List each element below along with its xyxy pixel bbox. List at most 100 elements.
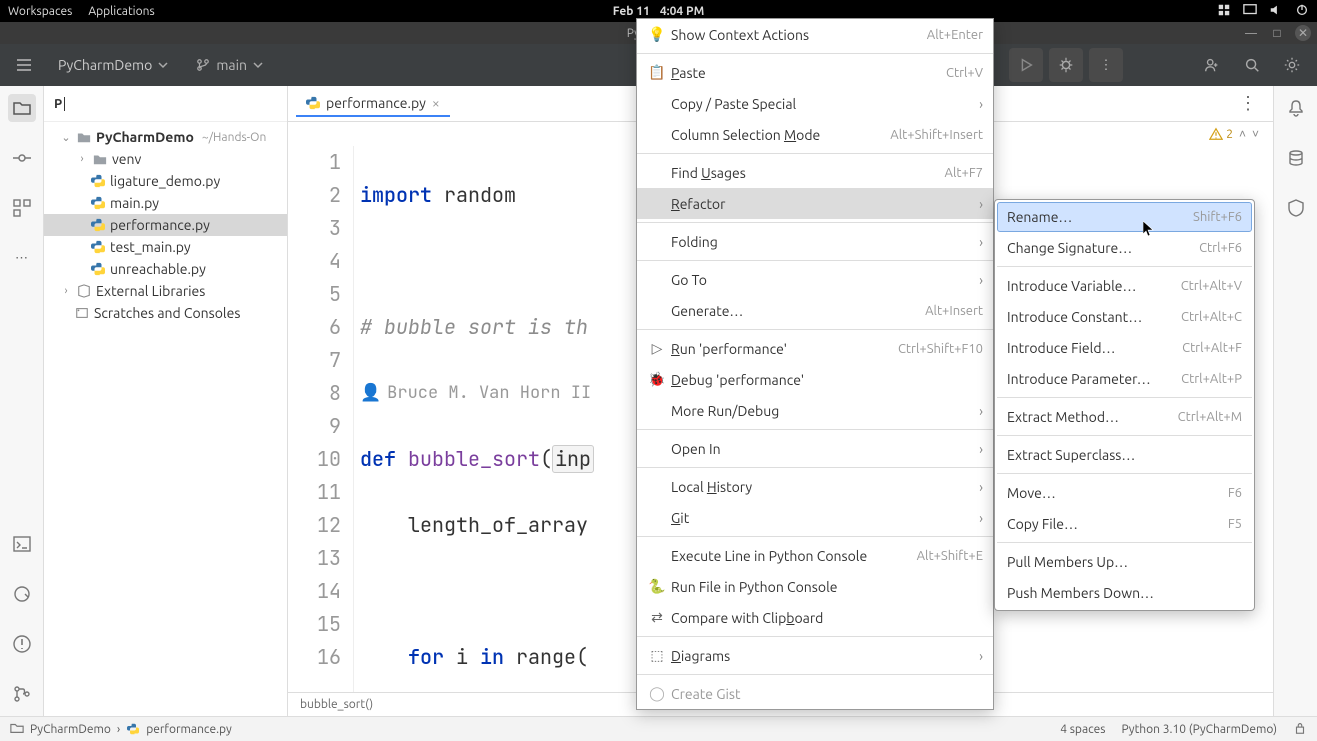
- tree-file-performance[interactable]: performance.py: [44, 214, 287, 236]
- python-console-icon[interactable]: [8, 580, 36, 608]
- shield-icon[interactable]: [1282, 194, 1310, 222]
- debug-button[interactable]: [1049, 48, 1083, 82]
- tree-file-ligature[interactable]: ligature_demo.py: [44, 170, 287, 192]
- project-header-label: P: [54, 97, 62, 111]
- gnome-date[interactable]: Feb 11: [613, 5, 650, 18]
- minimize-button[interactable]: —: [1243, 25, 1259, 41]
- status-indent[interactable]: 4 spaces: [1060, 723, 1105, 736]
- tree-file-main[interactable]: main.py: [44, 192, 287, 214]
- sub-extract-superclass[interactable]: Extract Superclass…: [997, 439, 1252, 470]
- ctx-goto[interactable]: Go To›: [637, 264, 993, 295]
- close-tab-icon[interactable]: ×: [432, 95, 440, 111]
- clipboard-icon: 📋: [647, 64, 667, 81]
- warnings-count: 2: [1226, 128, 1233, 141]
- tree-file-unreachable[interactable]: unreachable.py: [44, 258, 287, 280]
- tree-file-label: performance.py: [110, 217, 210, 233]
- ctx-compare-clipboard[interactable]: ⇄ Compare with Clipboard: [637, 602, 993, 633]
- project-selector[interactable]: PyCharmDemo: [48, 53, 178, 77]
- network-icon[interactable]: [1243, 3, 1257, 20]
- ctx-run[interactable]: ▷ Run 'performance'Ctrl+Shift+F10: [637, 333, 993, 364]
- sub-introduce-parameter[interactable]: Introduce Parameter…Ctrl+Alt+P: [997, 363, 1252, 394]
- status-folder-icon[interactable]: [10, 721, 24, 738]
- tree-file-testmain[interactable]: test_main.py: [44, 236, 287, 258]
- database-icon[interactable]: [1282, 144, 1310, 172]
- ctx-generate[interactable]: Generate…Alt+Insert: [637, 295, 993, 326]
- power-icon[interactable]: [1295, 3, 1309, 20]
- tree-file-label: test_main.py: [110, 239, 191, 255]
- tree-venv[interactable]: › venv: [44, 148, 287, 170]
- sub-change-signature[interactable]: Change Signature…Ctrl+F6: [997, 232, 1252, 263]
- project-panel: P ⌄ PyCharmDemo ~/Hands-On › venv ligatu…: [44, 86, 288, 716]
- lock-icon[interactable]: [1293, 721, 1307, 738]
- ctx-column-selection[interactable]: Column Selection ModeAlt+Shift+Insert: [637, 119, 993, 150]
- notifications-icon[interactable]: [1282, 94, 1310, 122]
- play-icon: ▷: [647, 340, 667, 357]
- status-crumb-project[interactable]: PyCharmDemo: [30, 723, 111, 736]
- author-icon: 👤: [360, 382, 381, 404]
- author-name: Bruce M. Van Horn II: [387, 382, 591, 404]
- sub-push-members-down[interactable]: Push Members Down…: [997, 577, 1252, 608]
- ctx-copy-paste-special[interactable]: Copy / Paste Special›: [637, 88, 993, 119]
- prev-highlight-icon[interactable]: ˄: [1239, 127, 1246, 141]
- editor-tab-label: performance.py: [326, 95, 426, 111]
- project-tree[interactable]: ⌄ PyCharmDemo ~/Hands-On › venv ligature…: [44, 122, 287, 328]
- tray-icon[interactable]: [1217, 3, 1231, 20]
- more-tool-icon[interactable]: ⋯: [8, 244, 36, 272]
- sub-rename[interactable]: Rename…Shift+F6: [997, 202, 1252, 232]
- problems-tool-icon[interactable]: [8, 630, 36, 658]
- sub-extract-method[interactable]: Extract Method…Ctrl+Alt+M: [997, 401, 1252, 432]
- editor-tab-performance[interactable]: performance.py ×: [296, 91, 450, 117]
- gnome-workspaces[interactable]: Workspaces: [8, 5, 72, 18]
- structure-tool-icon[interactable]: [8, 194, 36, 222]
- ctx-folding[interactable]: Folding›: [637, 226, 993, 257]
- next-highlight-icon[interactable]: ˅: [1252, 127, 1259, 141]
- close-button[interactable]: ✕: [1295, 25, 1311, 41]
- tree-scratches-label: Scratches and Consoles: [94, 305, 240, 321]
- status-interpreter[interactable]: Python 3.10 (PyCharmDemo): [1122, 723, 1278, 736]
- sub-pull-members-up[interactable]: Pull Members Up…: [997, 546, 1252, 577]
- ctx-paste[interactable]: 📋 PasteCtrl+V: [637, 57, 993, 88]
- ctx-local-history[interactable]: Local History›: [637, 471, 993, 502]
- sub-introduce-constant[interactable]: Introduce Constant…Ctrl+Alt+C: [997, 301, 1252, 332]
- tree-external[interactable]: › External Libraries: [44, 280, 287, 302]
- warnings-badge[interactable]: 2: [1209, 127, 1233, 141]
- ctx-diagrams[interactable]: ⬚ Diagrams›: [637, 640, 993, 671]
- vcs-tool-icon[interactable]: [8, 680, 36, 708]
- ctx-more-run[interactable]: More Run/Debug›: [637, 395, 993, 426]
- github-icon: ◯: [647, 685, 667, 702]
- search-icon[interactable]: [1235, 48, 1269, 82]
- settings-icon[interactable]: [1275, 48, 1309, 82]
- ctx-exec-line[interactable]: Execute Line in Python ConsoleAlt+Shift+…: [637, 540, 993, 571]
- run-button[interactable]: [1009, 48, 1043, 82]
- commit-tool-icon[interactable]: [8, 144, 36, 172]
- gnome-applications[interactable]: Applications: [88, 5, 154, 18]
- chevron-right-icon: ›: [117, 723, 120, 736]
- tree-root[interactable]: ⌄ PyCharmDemo ~/Hands-On: [44, 126, 287, 148]
- ctx-refactor[interactable]: Refactor›: [637, 188, 993, 219]
- ctx-git[interactable]: Git›: [637, 502, 993, 533]
- sub-move[interactable]: Move…F6: [997, 477, 1252, 508]
- more-actions-button[interactable]: ⋮: [1089, 48, 1123, 82]
- collab-icon[interactable]: [1195, 48, 1229, 82]
- ctx-debug[interactable]: 🐞 Debug 'performance': [637, 364, 993, 395]
- tree-file-label: ligature_demo.py: [110, 173, 220, 189]
- main-menu-button[interactable]: [8, 49, 40, 81]
- status-crumb-file[interactable]: performance.py: [146, 723, 232, 736]
- ctx-open-in[interactable]: Open In›: [637, 433, 993, 464]
- ctx-find-usages[interactable]: Find UsagesAlt+F7: [637, 157, 993, 188]
- terminal-tool-icon[interactable]: [8, 530, 36, 558]
- sub-copy-file[interactable]: Copy File…F5: [997, 508, 1252, 539]
- sub-introduce-variable[interactable]: Introduce Variable…Ctrl+Alt+V: [997, 270, 1252, 301]
- ctx-run-file-console[interactable]: 🐍 Run File in Python Console: [637, 571, 993, 602]
- tree-scratches[interactable]: Scratches and Consoles: [44, 302, 287, 324]
- sub-introduce-field[interactable]: Introduce Field…Ctrl+Alt+F: [997, 332, 1252, 363]
- breadcrumb-label: bubble_sort(): [300, 698, 373, 711]
- maximize-button[interactable]: □: [1269, 25, 1285, 41]
- ctx-show-context-actions[interactable]: 💡 Show Context ActionsAlt+Enter: [637, 19, 993, 50]
- sound-icon[interactable]: [1269, 3, 1283, 20]
- tab-more-button[interactable]: ⋮: [1231, 93, 1265, 114]
- gnome-time[interactable]: 4:04 PM: [660, 5, 704, 18]
- git-branch-selector[interactable]: main: [186, 53, 273, 77]
- ctx-create-gist[interactable]: ◯ Create Gist: [637, 678, 993, 709]
- project-tool-icon[interactable]: [8, 94, 36, 122]
